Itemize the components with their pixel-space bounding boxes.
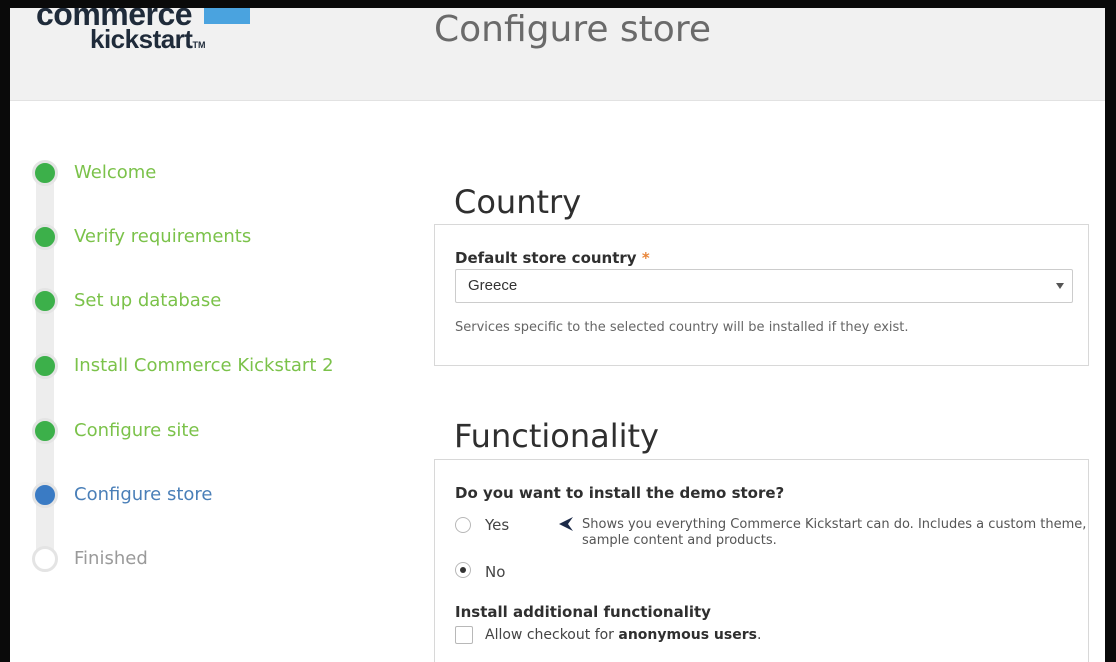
step-pending-icon <box>32 546 58 572</box>
step-label: Set up database <box>74 290 222 311</box>
arrow-left-icon <box>559 517 573 531</box>
step-finished: Finished <box>24 538 384 578</box>
radio-selected-dot <box>460 567 466 573</box>
step-label: Configure store <box>74 484 213 505</box>
anonymous-users-text: anonymous users <box>618 627 757 643</box>
required-marker: * <box>641 249 650 267</box>
logo-line2: kickstartTM <box>90 24 205 60</box>
step-verify-requirements: Verify requirements <box>24 216 384 256</box>
step-welcome: Welcome <box>24 152 384 192</box>
install-steps: Welcome Verify requirements Set up datab… <box>24 152 384 592</box>
functionality-heading: Functionality <box>454 417 659 455</box>
frame-border-right <box>1105 0 1116 662</box>
step-label: Verify requirements <box>74 226 252 247</box>
step-label: Install Commerce Kickstart 2 <box>74 355 334 376</box>
page-title: Configure store <box>434 9 711 50</box>
step-label: Finished <box>74 548 148 569</box>
demo-store-question: Do you want to install the demo store? <box>455 484 785 502</box>
step-install-commerce-kickstart: Install Commerce Kickstart 2 <box>24 345 384 385</box>
header: commerce kickstartTM Configure store <box>10 0 1105 101</box>
step-done-icon <box>32 288 58 314</box>
step-configure-site: Configure site <box>24 410 384 450</box>
additional-functionality-label: Install additional functionality <box>455 603 711 621</box>
step-configure-store: Configure store <box>24 474 384 514</box>
step-done-icon <box>32 224 58 250</box>
logo: commerce kickstartTM <box>34 0 254 64</box>
demo-yes-radio[interactable] <box>455 517 471 533</box>
installer-window: commerce kickstartTM Configure store Wel… <box>0 0 1116 662</box>
step-active-icon <box>32 482 58 508</box>
chevron-down-icon <box>1056 283 1064 289</box>
anonymous-checkout-checkbox[interactable] <box>455 626 473 644</box>
frame-border-top <box>10 0 1105 8</box>
step-label: Welcome <box>74 162 157 183</box>
country-panel: Default store country * Greece Services … <box>434 224 1089 366</box>
step-done-icon <box>32 418 58 444</box>
step-label: Configure site <box>74 420 200 441</box>
country-select-value: Greece <box>468 277 518 294</box>
country-helper-text: Services specific to the selected countr… <box>455 320 909 335</box>
step-done-icon <box>32 160 58 186</box>
demo-yes-label[interactable]: Yes <box>485 516 509 534</box>
logo-trademark: TM <box>192 40 206 50</box>
demo-no-radio[interactable] <box>455 562 471 578</box>
country-select[interactable]: Greece <box>455 269 1073 303</box>
functionality-panel: Do you want to install the demo store? Y… <box>434 459 1089 662</box>
country-heading: Country <box>454 183 582 221</box>
anonymous-checkout-prefix: Allow checkout for <box>485 627 619 643</box>
anonymous-checkout-suffix: . <box>756 627 762 643</box>
default-country-label-text: Default store country <box>455 249 637 267</box>
step-done-icon <box>32 353 58 379</box>
demo-yes-description: Shows you everything Commerce Kickstart … <box>582 517 1087 548</box>
anonymous-checkout-label[interactable]: Allow checkout for anonymous users. <box>485 627 761 643</box>
logo-line2-text: kickstart <box>90 24 193 54</box>
frame-border-left <box>0 0 10 662</box>
step-set-up-database: Set up database <box>24 280 384 320</box>
demo-no-label[interactable]: No <box>485 563 505 581</box>
default-country-label: Default store country * <box>455 249 650 267</box>
